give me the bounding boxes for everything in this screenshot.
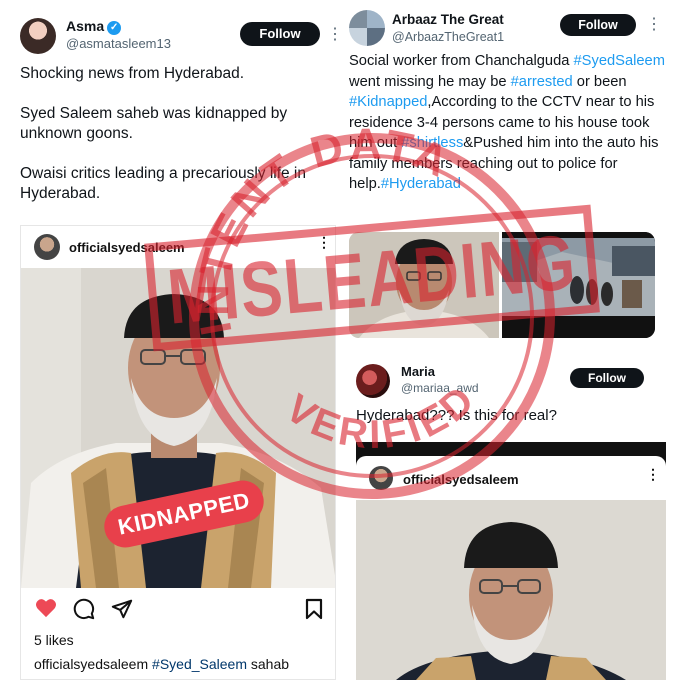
hashtag-link[interactable]: #shirtless (401, 135, 463, 151)
likes-count[interactable]: 5 likes (34, 632, 74, 648)
caption-username[interactable]: officialsyedsaleem (34, 656, 148, 672)
hashtag-link[interactable]: #Hyderabad (381, 176, 461, 192)
follow-button[interactable]: Follow (570, 368, 644, 388)
ig-more-icon[interactable]: ⋮ (317, 235, 331, 249)
tweet-text-segment: or been (572, 73, 627, 90)
avatar-maria[interactable] (356, 364, 390, 398)
like-heart-icon[interactable] (35, 598, 57, 618)
man-portrait-illustration (356, 500, 666, 680)
instagram-embed[interactable]: officialsyedsaleem ⋮ KIDNAPPED 5 likes o… (20, 225, 336, 680)
tweet-text-segment: went missing he may be (349, 73, 511, 90)
caption-hashtag[interactable]: #Syed_Saleem (152, 656, 247, 672)
author-name[interactable]: Arbaaz The Great (392, 12, 504, 27)
tweet-text-segment: Social worker from Chanchalguda (349, 53, 574, 69)
follow-button[interactable]: Follow (240, 22, 320, 46)
ig-account-name[interactable]: officialsyedsaleem (403, 472, 519, 487)
follow-button[interactable]: Follow (560, 14, 636, 36)
author-name[interactable]: Asma (66, 18, 104, 34)
avatar-asma[interactable] (20, 18, 56, 54)
post-photo[interactable]: KIDNAPPED (21, 268, 335, 588)
ig-more-icon[interactable]: ⋮ (646, 467, 660, 481)
cctv-frame-illustration (502, 232, 655, 338)
tweet-paragraph: Shocking news from Hyderabad. (20, 65, 245, 82)
instagram-embed[interactable]: officialsyedsaleem ⋮ (356, 442, 666, 680)
author-handle[interactable]: @asmatasleem13 (66, 36, 171, 51)
author-handle[interactable]: @ArbaazTheGreat1 (392, 30, 504, 44)
tweet-card-maria: Maria @mariaa_awd Follow Hyderabad??? Is… (339, 352, 680, 680)
tweet-card-arbaaz: Arbaaz The Great @ArbaazTheGreat1 Follow… (339, 0, 680, 340)
tweet-body: Hyderabad??? Is this for real? (356, 407, 557, 424)
author-name[interactable]: Maria (401, 364, 435, 379)
post-caption: officialsyedsaleem #Syed_Saleem sahab (34, 656, 289, 672)
share-icon[interactable] (111, 598, 133, 620)
tweet-body: Shocking news from Hyderabad. Syed Salee… (20, 64, 338, 224)
caption-text: sahab (246, 656, 290, 672)
tweet-paragraph: Owaisi critics leading a precariously li… (20, 165, 307, 202)
hashtag-link[interactable]: #Kidnapped (349, 94, 427, 110)
ig-account-name[interactable]: officialsyedsaleem (69, 240, 185, 255)
more-options-icon[interactable]: ⋮ (646, 14, 662, 34)
verified-badge-icon: ✓ (107, 21, 122, 35)
tweet-photo-cctv[interactable] (502, 232, 655, 338)
author-handle[interactable]: @mariaa_awd (401, 381, 479, 395)
avatar-arbaaz[interactable] (349, 10, 385, 46)
hashtag-link[interactable]: #arrested (511, 74, 573, 90)
bookmark-icon[interactable] (305, 598, 323, 620)
ig-avatar[interactable] (369, 466, 393, 490)
tweet-body: Social worker from Chanchalguda #SyedSal… (349, 51, 673, 195)
hashtag-link[interactable]: #SyedSaleem (574, 53, 665, 69)
tweet-card-asma: Asma ✓ @asmatasleem13 Follow ⋮ Shocking n… (0, 0, 345, 680)
man-portrait-illustration (349, 232, 499, 338)
tweet-photo-portrait[interactable] (349, 232, 499, 338)
post-photo[interactable] (356, 500, 666, 680)
ig-avatar[interactable] (34, 234, 60, 260)
man-portrait-illustration (21, 268, 335, 588)
tweet-paragraph: Syed Saleem saheb was kidnapped by unkno… (20, 105, 288, 142)
comment-icon[interactable] (73, 598, 95, 620)
